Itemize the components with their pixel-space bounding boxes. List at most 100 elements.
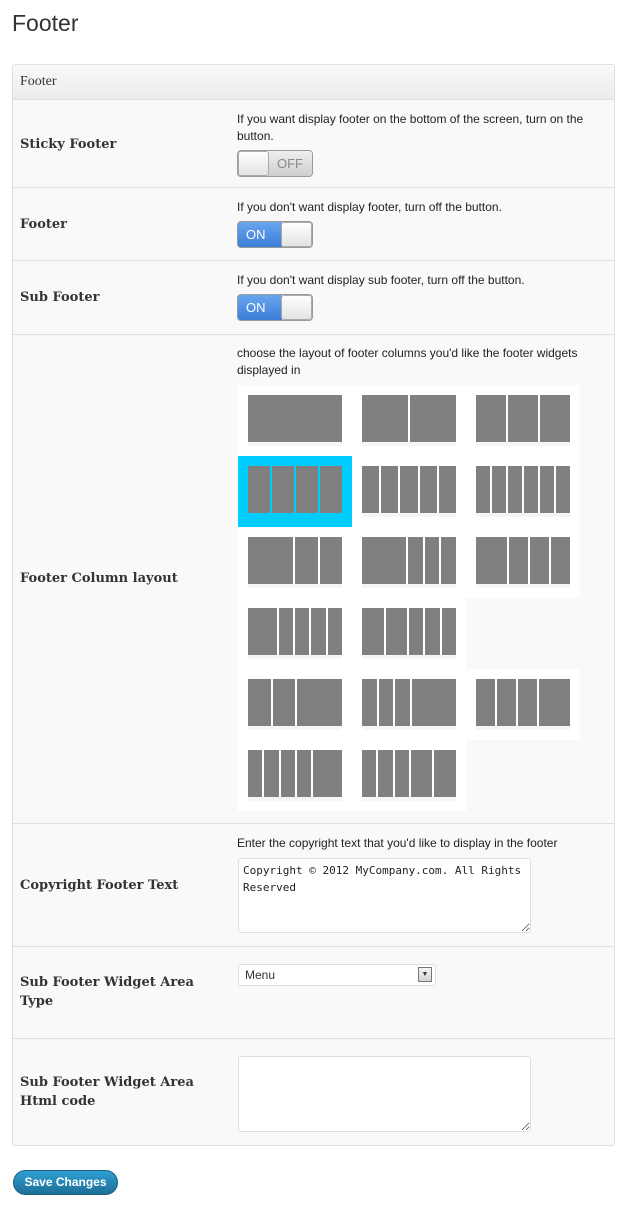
layout-option[interactable] [466,527,580,598]
layout-column [378,679,394,726]
layout-column [508,395,538,442]
toggle-knob[interactable] [281,295,312,320]
layout-preview-icon [476,537,570,584]
layout-shadow [248,442,342,446]
layout-option[interactable] [352,385,466,456]
layout-option[interactable] [352,598,466,669]
layout-column [362,466,380,513]
sticky-footer-row: Sticky Footer If you want display footer… [13,100,614,188]
layout-column [248,466,270,513]
layout-column [476,466,490,513]
layout-option[interactable] [466,385,580,456]
copyright-description: Enter the copyright text that you'd like… [237,836,558,850]
layout-shadow [476,442,570,446]
sticky-footer-toggle[interactable]: OFF [237,150,313,177]
layout-column [476,537,507,584]
layout-column [408,537,423,584]
layout-column [248,608,277,655]
layout-column [278,608,293,655]
layout-column [540,395,570,442]
layout-shadow [476,584,570,588]
save-changes-button[interactable]: Save Changes [13,1170,118,1195]
layout-column [320,466,342,513]
layout-option[interactable] [238,740,352,811]
toggle-knob[interactable] [281,222,312,247]
layout-column [327,608,342,655]
layout-preview-icon [362,466,457,513]
layout-column [540,466,554,513]
layout-option[interactable] [466,456,580,527]
layout-column [410,395,456,442]
layout-column [518,679,537,726]
layout-column [362,750,377,797]
layout-column [381,466,399,513]
layout-column [362,679,377,726]
layout-column [385,608,407,655]
layout-option[interactable] [352,456,466,527]
layout-column [296,466,318,513]
footer-toggle[interactable]: ON [237,221,313,248]
layout-option[interactable] [352,669,466,740]
layout-shadow [248,584,342,588]
layout-column [509,537,528,584]
layout-column [264,750,279,797]
layout-picker [238,385,580,813]
layout-preview-icon [248,466,342,513]
widget-html-textarea[interactable] [238,1056,531,1132]
layout-column [295,537,318,584]
widget-type-label: Sub Footer Widget Area Type [20,975,194,1009]
layout-preview-icon [362,608,456,655]
layout-column [280,750,295,797]
layout-option[interactable] [238,456,352,527]
chevron-down-icon[interactable]: ▼ [418,967,432,982]
layout-column [412,679,457,726]
layout-preview-icon [362,750,456,797]
layout-column [272,679,295,726]
layout-shadow [362,726,456,730]
layout-column [524,466,538,513]
layout-preview-icon [248,679,342,726]
layout-column [434,750,456,797]
footer-description: If you don't want display footer, turn o… [237,200,502,214]
page-title: Footer [12,10,79,36]
widget-html-label: Sub Footer Widget Area Html code [20,1075,194,1109]
layout-shadow [362,584,456,588]
layout-shadow [362,513,456,517]
layout-preview-icon [362,679,457,726]
sub-footer-toggle[interactable]: ON [237,294,313,321]
footer-label: Footer [20,217,67,232]
layout-option[interactable] [238,669,352,740]
layout-column [362,395,408,442]
panel-header: Footer [13,65,614,100]
layout-shadow [362,442,456,446]
layout-option[interactable] [466,669,580,740]
layout-column [362,608,384,655]
toggle-knob[interactable] [238,151,269,176]
layout-shadow [476,513,570,517]
layout-preview-icon [476,466,570,513]
toggle-on-label: ON [238,222,282,247]
widget-type-value: Menu [245,968,276,982]
copyright-textarea[interactable]: Copyright © 2012 MyCompany.com. All Righ… [238,858,531,933]
layout-option[interactable] [238,385,352,456]
layout-option[interactable] [352,740,466,811]
layout-column [248,679,271,726]
layout-column [319,537,342,584]
layout-column [441,537,457,584]
layout-option[interactable] [238,527,352,598]
layout-shadow [248,655,342,659]
widget-html-row: Sub Footer Widget Area Html code [13,1039,614,1145]
layout-column [419,466,437,513]
layout-column [508,466,522,513]
layout-column [297,679,342,726]
layout-option[interactable] [352,527,466,598]
layout-column [248,750,263,797]
layout-shadow [248,726,342,730]
widget-type-select[interactable]: Menu ▼ [238,964,436,986]
copyright-row: Copyright Footer Text Enter the copyrigh… [13,824,614,947]
layout-preview-icon [248,395,342,442]
layout-option[interactable] [238,598,352,669]
toggle-on-label: ON [238,295,282,320]
layout-preview-icon [248,750,342,797]
layout-column [539,679,570,726]
